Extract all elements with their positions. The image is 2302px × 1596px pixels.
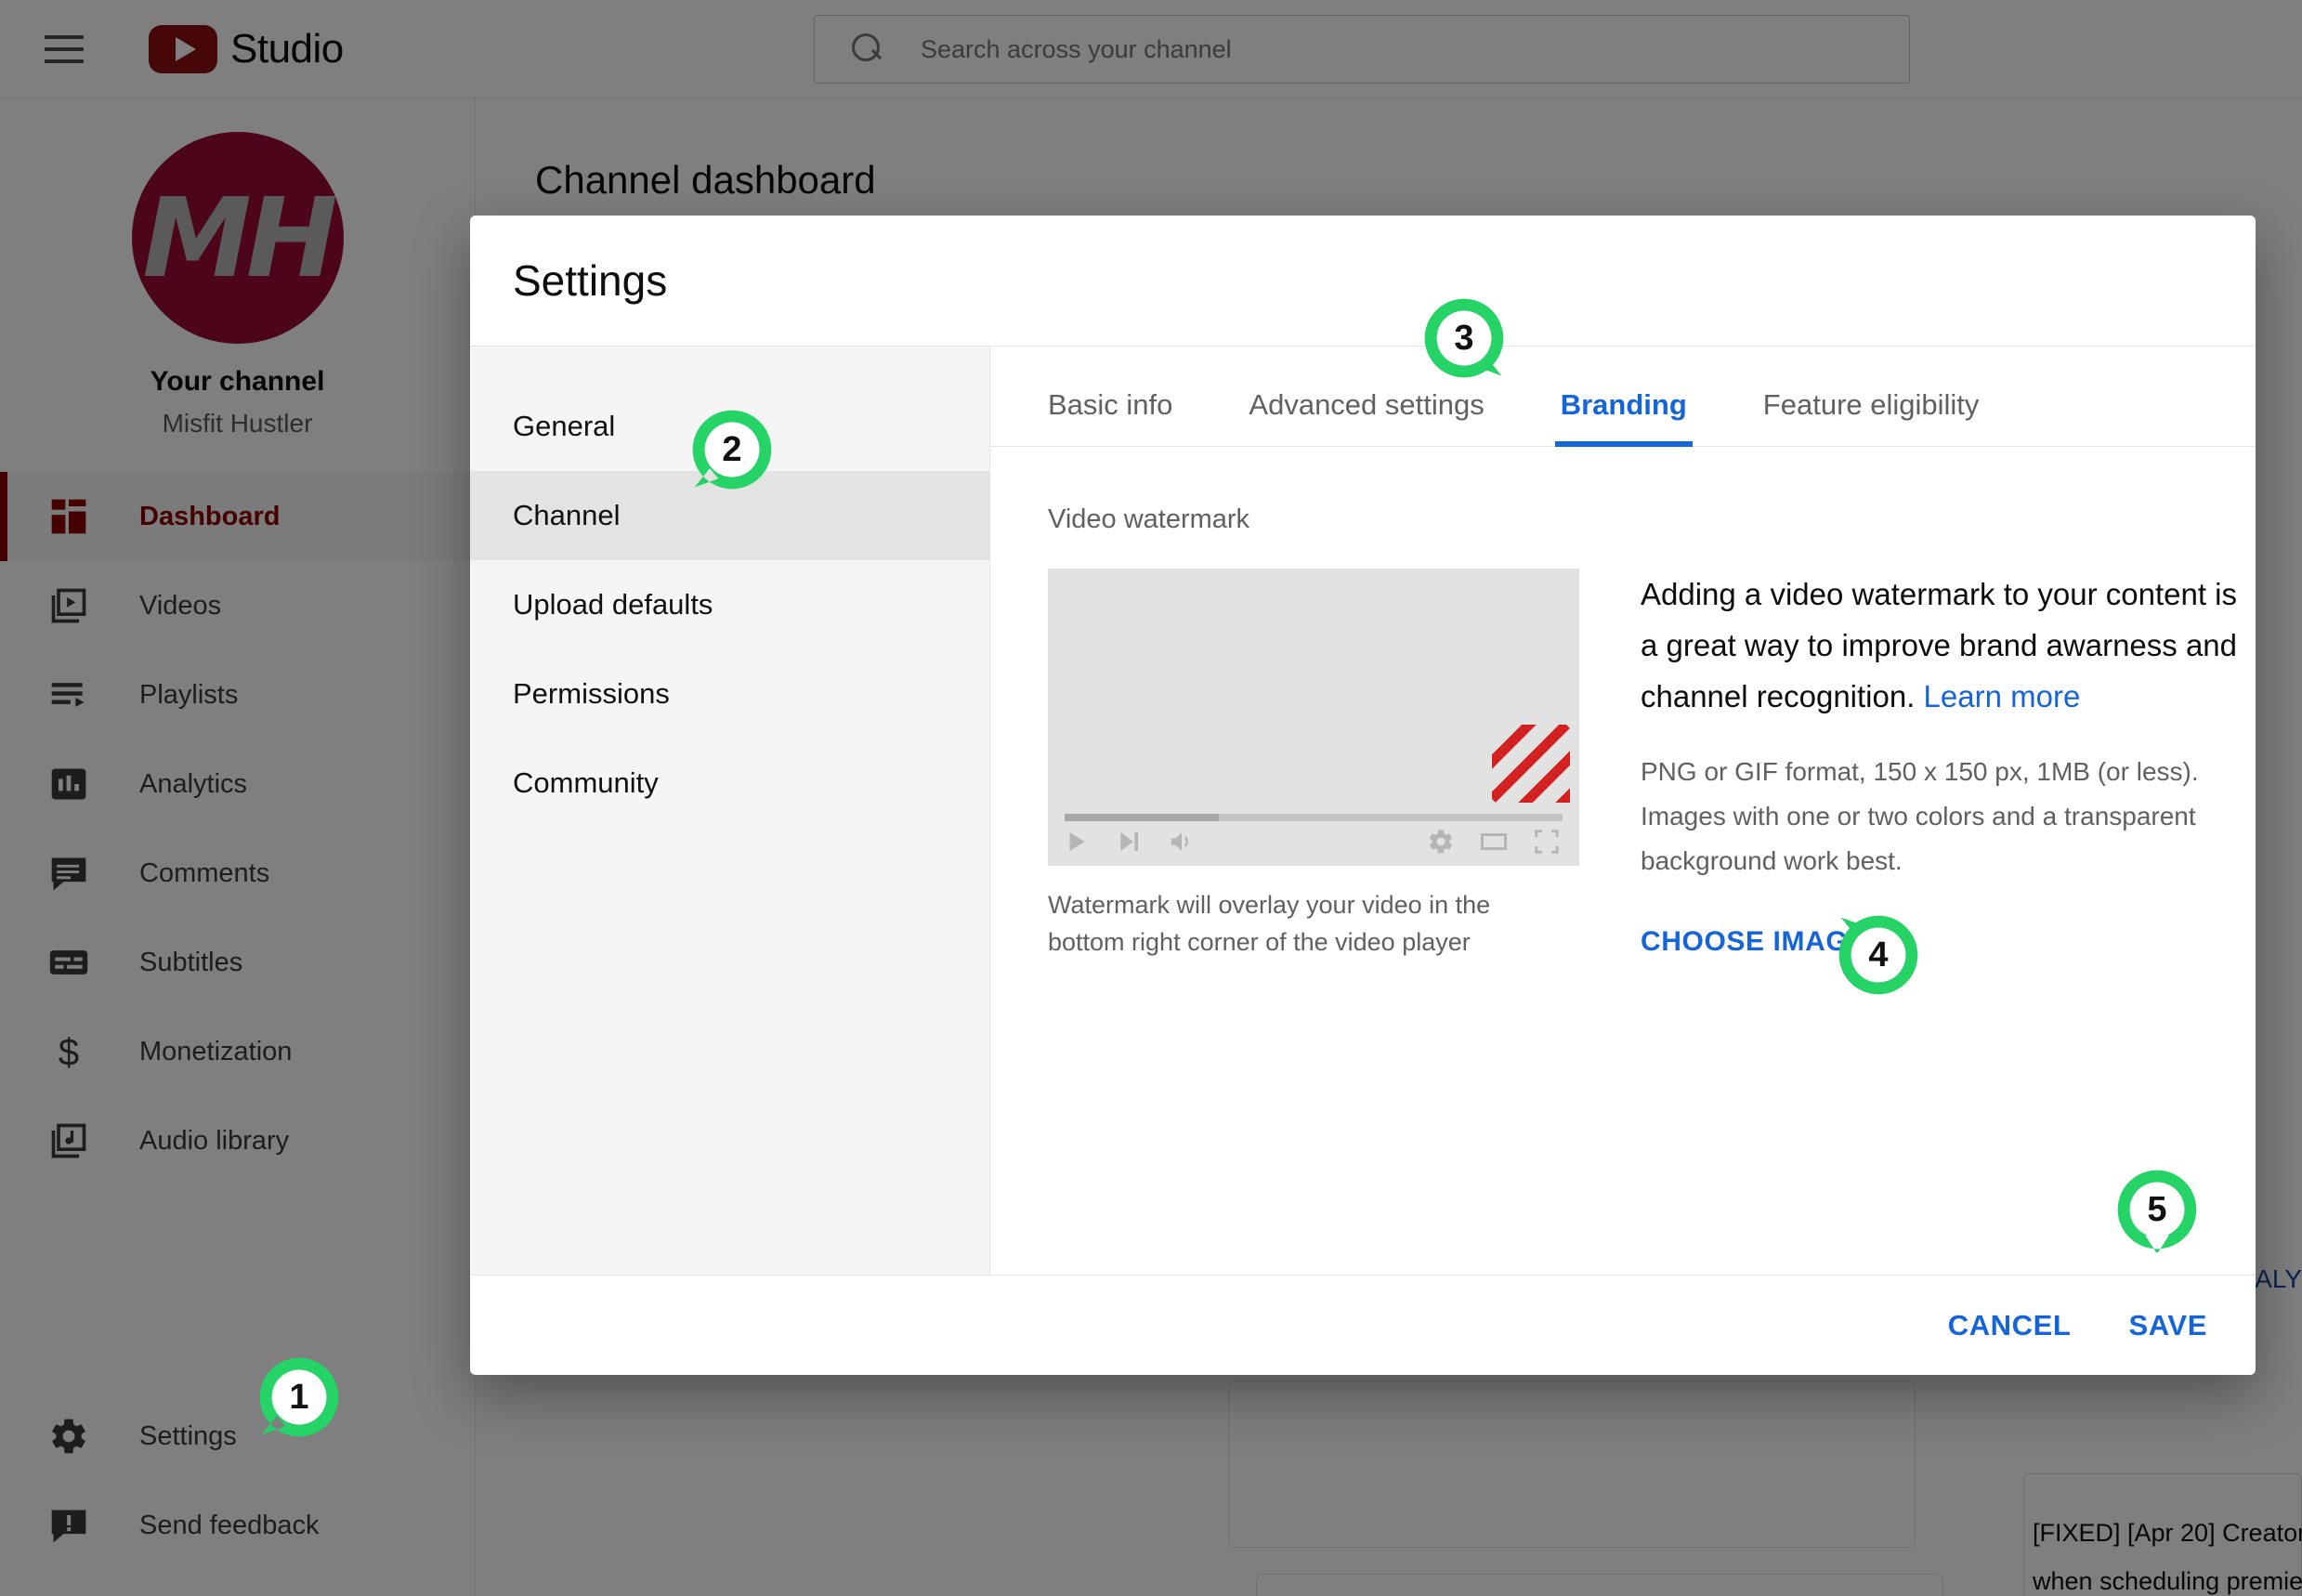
theater-mode-icon[interactable]: [1479, 828, 1509, 856]
branding-panel: Video watermark Watermark will overlay y…: [990, 447, 2256, 1275]
callout-number: 5: [2147, 1189, 2167, 1229]
watermark-info: Adding a video watermark to your content…: [1641, 569, 2256, 961]
callout-number: 4: [1868, 935, 1889, 975]
dialog-tabs: Basic info Advanced settings Branding Fe…: [990, 347, 2256, 447]
callout-marker-4: 4: [1836, 912, 1921, 998]
callout-marker-1: 1: [256, 1354, 342, 1440]
play-icon[interactable]: [1063, 828, 1091, 856]
callout-number: 2: [722, 429, 742, 469]
cancel-button[interactable]: CANCEL: [1948, 1309, 2072, 1342]
callout-marker-5: 5: [2114, 1167, 2200, 1252]
tab-advanced-settings[interactable]: Advanced settings: [1249, 388, 1484, 446]
section-label-video-watermark: Video watermark: [1048, 504, 1250, 534]
dialog-nav-item-permissions[interactable]: Permissions: [470, 649, 989, 739]
tab-branding[interactable]: Branding: [1554, 388, 1693, 447]
fullscreen-icon[interactable]: [1533, 828, 1561, 856]
callout-marker-3: 3: [1421, 295, 1507, 381]
learn-more-link[interactable]: Learn more: [1924, 679, 2081, 713]
player-controls: [1063, 823, 1561, 860]
callout-number: 1: [289, 1377, 309, 1417]
gear-icon[interactable]: [1427, 828, 1455, 856]
dialog-header: Settings: [470, 216, 2256, 346]
tab-feature-eligibility[interactable]: Feature eligibility: [1763, 388, 1980, 446]
dialog-nav-item-community[interactable]: Community: [470, 739, 989, 828]
callout-number: 3: [1454, 318, 1474, 358]
tab-basic-info[interactable]: Basic info: [1048, 388, 1172, 446]
volume-icon[interactable]: [1167, 828, 1197, 856]
choose-image-button[interactable]: CHOOSE IMAGE: [1641, 926, 1867, 958]
callout-marker-2: 2: [689, 407, 775, 492]
settings-dialog: Settings General Channel Upload defaults…: [470, 216, 2256, 1375]
dialog-footer: CANCEL SAVE: [470, 1275, 2256, 1375]
player-progress-bar[interactable]: [1065, 814, 1563, 821]
watermark-preview: Watermark will overlay your video in the…: [1048, 569, 1579, 961]
dialog-title: Settings: [513, 256, 668, 305]
watermark-caption: Watermark will overlay your video in the…: [1048, 891, 1491, 956]
dialog-nav-item-upload-defaults[interactable]: Upload defaults: [470, 560, 989, 649]
save-button[interactable]: SAVE: [2128, 1309, 2207, 1342]
watermark-info-requirements: PNG or GIF format, 150 x 150 px, 1MB (or…: [1641, 757, 2199, 875]
video-player-mock: [1048, 569, 1579, 866]
next-track-icon[interactable]: [1115, 828, 1143, 856]
striped-watermark-placeholder-icon: [1492, 725, 1570, 803]
